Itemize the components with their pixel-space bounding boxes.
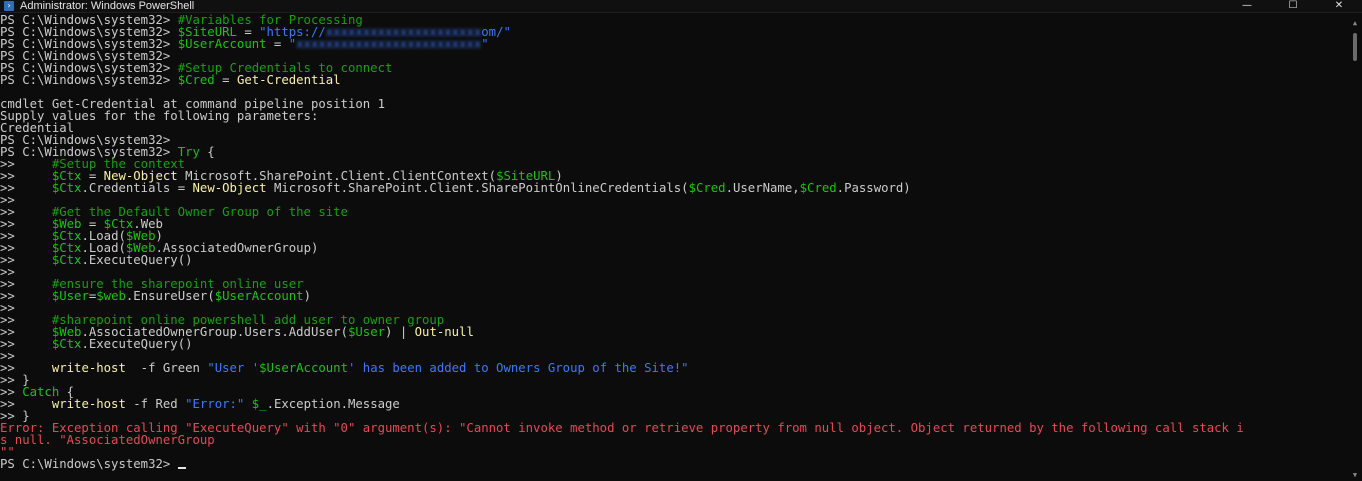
- console-token: -f Red: [125, 397, 186, 411]
- console-token: $_: [251, 397, 267, 411]
- console-line: s null. "AssociatedOwnerGroup: [0, 434, 1344, 446]
- console-line: >> }: [0, 374, 1344, 386]
- console-line: >> write-host -f Green "User '$UserAccou…: [0, 362, 1344, 374]
- console-line: >> $Web = $Ctx.Web: [0, 218, 1344, 230]
- console-token: $UserAccount: [259, 361, 348, 375]
- console-token: =: [214, 73, 237, 87]
- console-line: >> $Ctx.ExecuteQuery(): [0, 254, 1344, 266]
- console-token: .Credentials =: [81, 181, 193, 195]
- window-controls: — ☐ ✕: [1224, 0, 1362, 12]
- console-token: write-host: [51, 361, 126, 375]
- console-line: Credential: [0, 122, 1344, 134]
- close-button[interactable]: ✕: [1316, 0, 1362, 12]
- powershell-icon: ›: [4, 1, 14, 11]
- console-token: $User: [347, 325, 386, 339]
- console-output[interactable]: PS C:\Windows\system32> #Variables for P…: [0, 14, 1344, 481]
- console-line: PS C:\Windows\system32> Try {: [0, 146, 1344, 158]
- console-line: PS C:\Windows\system32> $Cred = Get-Cred…: [0, 74, 1344, 86]
- console-token: Microsoft.SharePoint.Client.SharePointOn…: [266, 181, 689, 195]
- console-token: ": [481, 37, 489, 51]
- console-token: -f Green: [125, 361, 208, 375]
- title-bar: › Administrator: Windows PowerShell — ☐ …: [0, 0, 1362, 13]
- console-token: $Cred: [799, 181, 837, 195]
- console-token: .ExecuteQuery(): [81, 337, 193, 351]
- console-token: .Password): [836, 181, 911, 195]
- maximize-button[interactable]: ☐: [1270, 0, 1316, 12]
- console-token: New-Object: [192, 181, 267, 195]
- console-line: "": [0, 446, 1344, 458]
- console-line: >> write-host -f Red "Error:" $_.Excepti…: [0, 398, 1344, 410]
- console-line: >> $User=$web.EnsureUser($UserAccount): [0, 290, 1344, 302]
- scroll-up-arrow-icon[interactable]: ▲: [1351, 19, 1359, 27]
- console-line: >> $Web.AssociatedOwnerGroup.Users.AddUs…: [0, 326, 1344, 338]
- vertical-scrollbar[interactable]: ▲ ▼: [1348, 13, 1362, 481]
- console-token: $UserAccount: [177, 37, 267, 51]
- console-token: [244, 397, 251, 411]
- scroll-down-arrow-icon[interactable]: ▼: [1351, 471, 1359, 479]
- console-line: PS C:\Windows\system32> $UserAccount = "…: [0, 38, 1344, 50]
- console-token: $Cred: [177, 73, 215, 87]
- console-token: .EnsureUser(: [125, 289, 215, 303]
- console-token: PS C:\Windows\system32>: [0, 457, 178, 471]
- text-cursor: [177, 467, 186, 469]
- console-token: .ExecuteQuery(): [81, 253, 193, 267]
- console-token: PS C:\Windows\system32>: [0, 73, 178, 87]
- console-token: $Cred: [688, 181, 726, 195]
- console-token: "User ': [207, 361, 260, 375]
- console-token: ): [303, 289, 311, 303]
- console-token: {: [199, 145, 215, 159]
- console-token: .UserName,: [725, 181, 800, 195]
- console-token: .Exception.Message: [266, 397, 400, 411]
- redacted-text: xxxxxxxxxxxxxxxxxxxxxxxxx: [296, 37, 482, 51]
- console-token: $Ctx: [51, 337, 82, 351]
- console-line: PS C:\Windows\system32>: [0, 458, 1344, 470]
- console-line: Supply values for the following paramete…: [0, 110, 1344, 122]
- console-token: ' has been added to Owners Group of the …: [347, 361, 689, 375]
- console-line: >> $Ctx.ExecuteQuery(): [0, 338, 1344, 350]
- console-token: $web: [96, 289, 126, 303]
- console-token: $UserAccount: [214, 289, 304, 303]
- console-token: "Error:": [185, 397, 245, 411]
- console-token: Get-Credential: [236, 73, 341, 87]
- scroll-thumb[interactable]: [1353, 33, 1357, 61]
- minimize-button[interactable]: —: [1224, 0, 1270, 12]
- console-token: $Ctx: [51, 181, 82, 195]
- console-token: write-host: [51, 397, 126, 411]
- console-token: Out-null: [414, 325, 474, 339]
- console-line: >> $Ctx.Load($Web.AssociatedOwnerGroup): [0, 242, 1344, 254]
- console-token: =: [266, 37, 289, 51]
- window-title: Administrator: Windows PowerShell: [20, 0, 195, 12]
- console-token: s null. "AssociatedOwnerGroup: [0, 433, 215, 447]
- console-token: ) |: [385, 325, 415, 339]
- console-token: $User: [51, 289, 89, 303]
- console-line: >> $Ctx.Credentials = New-Object Microso…: [0, 182, 1344, 194]
- console-token: $Ctx: [51, 253, 82, 267]
- console-line: >> #Get the Default Owner Group of the s…: [0, 206, 1344, 218]
